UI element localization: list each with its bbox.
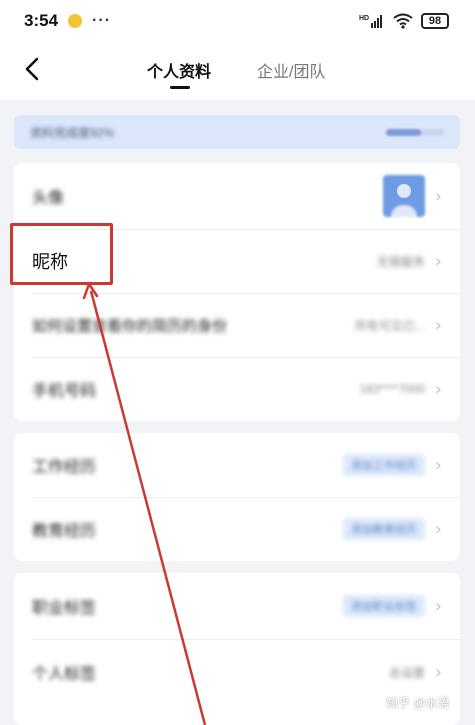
battery-icon: 98 <box>421 13 449 29</box>
career-tag-label: 职业标签 <box>32 600 97 617</box>
education-row-right: 添加教育经历 › <box>342 518 442 540</box>
signal-icon: HD <box>359 15 382 28</box>
phone-value: 183****7000 <box>359 382 425 396</box>
visibility-setting-label: 如何设置查看你的简历的身份 <box>32 317 228 335</box>
phone-label: 手机号码 <box>32 383 97 400</box>
chevron-right-icon: › <box>434 314 442 336</box>
wifi-icon <box>393 13 413 29</box>
chevron-right-icon: › <box>434 518 442 540</box>
nickname-value: 无锡服务 <box>376 254 425 269</box>
annotation-highlight-box <box>10 223 113 285</box>
personal-tag-label: 个人标签 <box>32 666 97 683</box>
nickname-row-right: 无锡服务 › <box>377 251 442 272</box>
work-experience-label: 工作经历 <box>32 459 97 476</box>
watermark: 知乎 @水语 <box>386 696 450 710</box>
chevron-right-icon: › <box>434 378 442 400</box>
active-tab-indicator <box>170 86 190 89</box>
completion-progress-fill <box>386 128 421 136</box>
status-more: ··· <box>92 12 112 29</box>
tab-personal-profile[interactable]: 个人资料 <box>147 58 211 82</box>
avatar-label: 头像 <box>32 190 65 207</box>
status-time: 3:54 <box>24 11 59 30</box>
chevron-right-icon: › <box>434 454 442 476</box>
work-experience-tag: 添加工作经历 <box>342 454 425 476</box>
avatar <box>382 175 425 217</box>
chevron-right-icon: › <box>434 595 442 617</box>
visibility-setting-value: 所有可见已... <box>354 318 425 333</box>
basic-info-card: 头像 › 昵称 无锡服务 › 如何设置查看你的简历的身份 所有可见已... › … <box>14 163 460 421</box>
phone-row[interactable]: 手机号码 183****7000 › <box>14 357 460 421</box>
career-tag-row[interactable]: 职业标签 添加职业标签 › <box>14 573 460 639</box>
avatar-row-right: › <box>382 175 442 217</box>
status-right: HD 98 <box>359 13 449 29</box>
status-bar: 3:54 ··· HD 98 <box>0 0 475 42</box>
personal-tag-value: 去设置 <box>388 665 425 680</box>
career-tag-row-right: 添加职业标签 › <box>342 595 442 617</box>
phone-row-right: 183****7000 › <box>359 379 442 400</box>
completion-progress-bar <box>386 128 444 136</box>
education-label: 教育经历 <box>32 523 97 540</box>
avatar-row[interactable]: 头像 › <box>14 163 460 229</box>
experience-card: 工作经历 添加工作经历 › 教育经历 添加教育经历 › <box>14 433 460 561</box>
tab-enterprise-team[interactable]: 企业/团队 <box>257 58 325 82</box>
career-tag-value: 添加职业标签 <box>342 595 425 617</box>
avatar-body-shape <box>390 205 417 217</box>
header: 个人资料 企业/团队 <box>0 42 475 100</box>
education-row[interactable]: 教育经历 添加教育经历 › <box>14 497 460 561</box>
chevron-right-icon: › <box>434 661 442 683</box>
personal-tag-row-right: 去设置 › <box>389 662 442 683</box>
svg-text:HD: HD <box>359 15 369 22</box>
notification-icon <box>68 14 83 28</box>
chevron-right-icon: › <box>434 185 442 207</box>
chevron-right-icon: › <box>434 250 442 272</box>
completion-text: 资料完成度92% <box>30 125 115 140</box>
status-left: 3:54 ··· <box>24 11 111 31</box>
work-experience-row-right: 添加工作经历 › <box>342 454 442 476</box>
visibility-setting-row-right: 所有可见已... › <box>355 315 442 336</box>
avatar-head-shape <box>396 184 411 198</box>
visibility-setting-row[interactable]: 如何设置查看你的简历的身份 所有可见已... › <box>14 293 460 357</box>
completion-banner[interactable]: 资料完成度92% <box>14 115 460 149</box>
education-tag: 添加教育经历 <box>342 518 425 540</box>
work-experience-row[interactable]: 工作经历 添加工作经历 › <box>14 433 460 497</box>
back-arrow-icon[interactable] <box>20 56 46 82</box>
